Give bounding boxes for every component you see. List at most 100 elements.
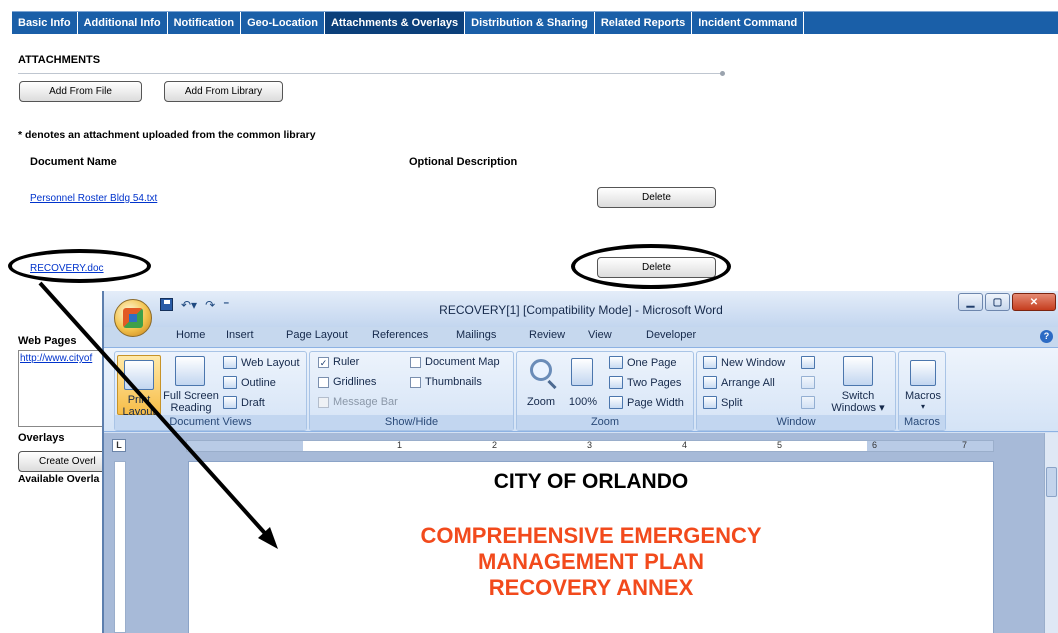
ribbon-view: Print Layout Full Screen Reading Web Lay… bbox=[104, 347, 1058, 432]
minimize-icon[interactable]: ▁ bbox=[958, 293, 983, 311]
subtitle-line: COMPREHENSIVE EMERGENCY bbox=[420, 523, 762, 548]
tab-attachments-overlays[interactable]: Attachments & Overlays bbox=[324, 12, 466, 34]
attachment-link[interactable]: Personnel Roster Bldg 54.txt bbox=[30, 193, 157, 204]
macros-button[interactable]: Macros ▾ bbox=[901, 356, 945, 416]
maximize-icon[interactable]: ▢ bbox=[985, 293, 1010, 311]
ruler-number: 6 bbox=[872, 440, 878, 450]
help-icon[interactable]: ? bbox=[1040, 330, 1053, 343]
full-screen-label-2: Reading bbox=[170, 402, 212, 414]
ruler-number: 3 bbox=[587, 440, 593, 450]
ruler-number: 4 bbox=[682, 440, 688, 450]
group-document-views: Print Layout Full Screen Reading Web Lay… bbox=[114, 351, 307, 431]
ruler-left-margin bbox=[187, 441, 303, 451]
tab-basic-info[interactable]: Basic Info bbox=[12, 12, 78, 34]
ribbon-tab-view[interactable]: View bbox=[588, 329, 612, 341]
one-page-button[interactable]: One Page bbox=[609, 356, 677, 369]
word-window: ↶▾ ↷ ⁼ RECOVERY[1] [Compatibility Mode] … bbox=[102, 291, 1058, 633]
ribbon-tab-references[interactable]: References bbox=[372, 329, 428, 341]
vertical-scrollbar[interactable] bbox=[1044, 433, 1058, 633]
tab-incident-command[interactable]: Incident Command bbox=[692, 12, 805, 34]
delete-button[interactable]: Delete bbox=[597, 187, 716, 208]
tab-additional-info[interactable]: Additional Info bbox=[78, 12, 168, 34]
divider-dot bbox=[720, 71, 725, 76]
subtitle-line: MANAGEMENT PLAN bbox=[477, 549, 705, 574]
outline-icon bbox=[223, 376, 237, 389]
new-window-icon bbox=[703, 356, 717, 369]
zoom-100-button[interactable]: 100% bbox=[565, 356, 601, 416]
ruler-label: Ruler bbox=[333, 356, 360, 368]
window-controls: ▁ ▢ ✕ bbox=[958, 293, 1056, 311]
zoom-button[interactable]: Zoom bbox=[521, 356, 561, 416]
document-heading: CITY OF ORLANDO bbox=[493, 470, 689, 493]
outline-label: Outline bbox=[241, 376, 276, 389]
vertical-ruler[interactable] bbox=[114, 461, 126, 633]
available-overlays-label: Available Overla bbox=[18, 473, 100, 485]
web-pages-list[interactable]: http://www.cityof bbox=[18, 350, 110, 427]
web-pages-label: Web Pages bbox=[18, 335, 77, 347]
thumbnails-label: Thumbnails bbox=[425, 376, 482, 388]
split-icon bbox=[703, 396, 717, 409]
ruler-checkbox[interactable]: ✓ Ruler bbox=[318, 356, 359, 368]
document-map-checkbox[interactable]: Document Map bbox=[410, 356, 500, 368]
scrollbar-thumb[interactable] bbox=[1046, 467, 1057, 497]
macros-icon bbox=[910, 360, 936, 386]
print-layout-label-1: Print bbox=[127, 394, 151, 406]
arrange-all-icon bbox=[703, 376, 717, 389]
ribbon-tab-review[interactable]: Review bbox=[529, 329, 565, 341]
magnifier-icon bbox=[530, 359, 552, 381]
tab-notification[interactable]: Notification bbox=[168, 12, 242, 34]
sync-scroll-icon bbox=[801, 376, 815, 389]
zoom-label: Zoom bbox=[526, 396, 556, 408]
tab-related-reports[interactable]: Related Reports bbox=[595, 12, 693, 34]
document-page[interactable]: CITY OF ORLANDO COMPREHENSIVE EMERGENCY … bbox=[188, 461, 994, 633]
switch-windows-button[interactable]: Switch Windows ▾ bbox=[829, 356, 887, 416]
draft-button[interactable]: Draft bbox=[223, 396, 265, 409]
ribbon-tab-developer[interactable]: Developer bbox=[646, 329, 696, 341]
ribbon-tab-mailings[interactable]: Mailings bbox=[456, 329, 496, 341]
thumbnails-checkbox[interactable]: Thumbnails bbox=[410, 376, 482, 388]
macros-label: Macros bbox=[904, 390, 942, 402]
two-pages-button[interactable]: Two Pages bbox=[609, 376, 681, 389]
draft-label: Draft bbox=[241, 396, 265, 409]
group-label-show-hide: Show/Hide bbox=[310, 415, 513, 430]
full-screen-reading-button[interactable]: Full Screen Reading bbox=[163, 356, 219, 418]
new-window-button[interactable]: New Window bbox=[703, 356, 785, 369]
word-window-title: RECOVERY[1] [Compatibility Mode] - Micro… bbox=[439, 303, 723, 317]
web-layout-button[interactable]: Web Layout bbox=[223, 356, 300, 369]
document-map-label: Document Map bbox=[425, 356, 500, 368]
tab-geo-location[interactable]: Geo-Location bbox=[241, 12, 325, 34]
gridlines-label: Gridlines bbox=[333, 376, 377, 388]
add-from-library-button[interactable]: Add From Library bbox=[164, 81, 283, 102]
tab-bar-filler bbox=[804, 12, 1058, 34]
checkbox-disabled-icon bbox=[318, 396, 329, 408]
tab-distribution-sharing[interactable]: Distribution & Sharing bbox=[465, 12, 595, 34]
overlays-label: Overlays bbox=[18, 432, 65, 444]
close-icon[interactable]: ✕ bbox=[1012, 293, 1056, 311]
ribbon-tab-page-layout[interactable]: Page Layout bbox=[286, 329, 348, 341]
highlight-ellipse-delete bbox=[571, 244, 731, 289]
web-page-link[interactable]: http://www.cityof bbox=[19, 351, 109, 366]
one-page-label: One Page bbox=[627, 356, 677, 369]
split-button[interactable]: Split bbox=[703, 396, 742, 409]
ruler-right-margin bbox=[867, 441, 993, 451]
arrange-all-button[interactable]: Arrange All bbox=[703, 376, 775, 389]
horizontal-ruler[interactable]: 1 2 3 4 5 6 7 bbox=[186, 440, 994, 452]
switch-windows-label-1: Switch bbox=[841, 390, 875, 402]
ribbon-tab-insert[interactable]: Insert bbox=[226, 329, 254, 341]
tab-selector-icon[interactable]: L bbox=[112, 439, 126, 452]
view-side-by-side-button[interactable] bbox=[801, 356, 815, 369]
report-tab-bar: Basic Info Additional Info Notification … bbox=[12, 11, 1058, 34]
gridlines-checkbox[interactable]: Gridlines bbox=[318, 376, 376, 388]
office-button[interactable] bbox=[114, 299, 152, 337]
page-width-button[interactable]: Page Width bbox=[609, 396, 684, 409]
print-layout-button[interactable]: Print Layout bbox=[117, 355, 161, 418]
add-from-file-button[interactable]: Add From File bbox=[19, 81, 142, 102]
split-label: Split bbox=[721, 396, 743, 409]
ribbon-tab-home[interactable]: Home bbox=[176, 329, 205, 341]
web-layout-label: Web Layout bbox=[241, 356, 300, 369]
ruler-number: 5 bbox=[777, 440, 783, 450]
section-divider bbox=[18, 73, 722, 74]
outline-button[interactable]: Outline bbox=[223, 376, 276, 389]
column-header-document-name: Document Name bbox=[30, 156, 117, 168]
checkbox-icon bbox=[318, 376, 329, 388]
